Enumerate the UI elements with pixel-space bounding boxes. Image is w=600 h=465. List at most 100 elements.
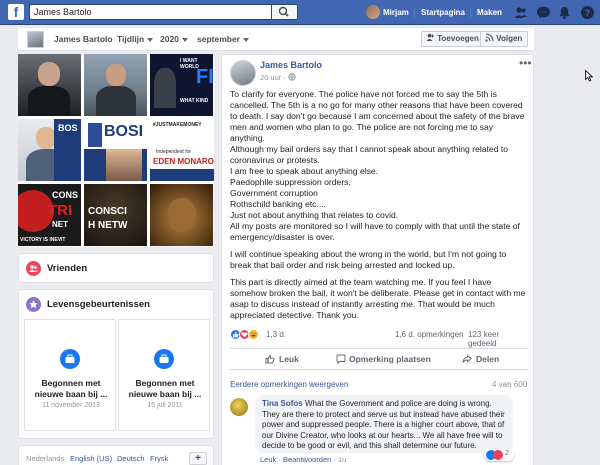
- post-line: Just not about anything that relates to …: [230, 210, 399, 220]
- divider: [470, 8, 471, 18]
- post-line: Rothschild banking etc....: [230, 199, 327, 209]
- create-link[interactable]: Maken: [477, 0, 502, 25]
- chevron-down-icon: [147, 37, 154, 42]
- comment-bubble: Tina Sofos What the Government and polic…: [255, 395, 513, 453]
- timeline-label: Tijdlijn: [117, 34, 145, 44]
- life-event-card[interactable]: Begonnen met nieuwe baan bij ... 15 juli…: [118, 319, 210, 431]
- photo-caption: #JUSTMAKEMONEY: [153, 122, 202, 128]
- life-event-date: 11 november 2013: [42, 402, 100, 409]
- year-label: 2020: [160, 34, 179, 44]
- photo-caption: CONSCI: [88, 206, 127, 217]
- photo-thumbnail[interactable]: [18, 54, 81, 116]
- follow-label: Volgen: [496, 34, 523, 43]
- post-paragraph: I will continue speaking about the wrong…: [230, 249, 507, 270]
- facebook-logo-icon[interactable]: f: [8, 4, 24, 20]
- photo-figure: [106, 149, 142, 181]
- photo-caption: BOS: [58, 123, 78, 133]
- comment-author[interactable]: Tina Sofos: [262, 399, 303, 408]
- friends-title[interactable]: Vrienden: [47, 263, 87, 274]
- like-button[interactable]: Leuk: [279, 354, 299, 364]
- photo-banner: [150, 169, 214, 181]
- post-line: I am free to speak about anything else.: [230, 166, 379, 176]
- photo-body: [96, 86, 136, 116]
- photo-figure: [154, 68, 176, 108]
- home-link[interactable]: Startpagina: [421, 0, 465, 25]
- photo-thumbnail[interactable]: FI I WANT WORLD WHAT KIND: [150, 54, 213, 116]
- photo-thumbnail[interactable]: [150, 184, 213, 246]
- photo-thumbnail[interactable]: BOS: [18, 119, 81, 181]
- life-event-title: Begonnen met nieuwe baan bij ...: [34, 378, 108, 399]
- profile-link[interactable]: Mirjam: [383, 0, 409, 25]
- photo-thumbnail[interactable]: BOSI: [84, 119, 147, 181]
- reactions-summary: 1,3 d. 1,6 d. opmerkingen 123 keer gedee…: [230, 328, 528, 348]
- photo-figure: [88, 123, 102, 147]
- photo-thumbnail[interactable]: CONSCI H NETW: [84, 184, 147, 246]
- add-language-button[interactable]: +: [189, 452, 207, 465]
- comments-count[interactable]: 1,6 d. opmerkingen: [395, 330, 464, 339]
- photo-face: [36, 127, 56, 149]
- avatar[interactable]: [230, 60, 256, 86]
- comment-pagination: 4 van 600: [492, 380, 528, 389]
- view-more-comments-link[interactable]: Eerdere opmerkingen weergeven: [230, 380, 348, 389]
- life-event-card[interactable]: Begonnen met nieuwe baan bij ... 11 nove…: [24, 319, 116, 431]
- photo-thumbnail[interactable]: CONS TRI NET VICTORY IS INEVIT: [18, 184, 81, 246]
- month-label: september: [197, 34, 240, 44]
- photo-caption: VICTORY IS INEVIT: [20, 237, 66, 243]
- post-timestamp[interactable]: 20 uur ·: [260, 73, 296, 82]
- language-current: Nederlands: [26, 454, 65, 463]
- comment-timestamp[interactable]: 1u: [338, 455, 346, 464]
- friend-requests-icon[interactable]: [513, 5, 528, 20]
- photo-thumbnail[interactable]: [84, 54, 147, 116]
- photo-face: [38, 62, 60, 86]
- divider: [414, 8, 415, 18]
- search-input[interactable]: [29, 4, 272, 20]
- photo-caption: EDEN MONARO: [153, 157, 214, 166]
- photo-caption: BOSI: [104, 123, 144, 140]
- chevron-down-icon: [243, 37, 249, 42]
- briefcase-icon: [154, 349, 174, 369]
- post-line: Government corruption: [230, 188, 318, 198]
- notifications-bell-icon[interactable]: [557, 5, 572, 20]
- comment-reply-link[interactable]: Beantwoorden: [283, 455, 331, 464]
- year-dropdown[interactable]: 2020: [160, 28, 188, 51]
- avatar[interactable]: [230, 398, 248, 416]
- photo-body: [28, 86, 70, 116]
- reactions-count[interactable]: 1,3 d.: [266, 330, 286, 339]
- comment-reactions[interactable]: 2: [484, 449, 514, 461]
- post-author[interactable]: James Bartolo: [260, 60, 322, 70]
- comment-actions: Leuk · Beantwoorden · 1u: [260, 455, 347, 464]
- breadcrumb-profile-name[interactable]: James Bartolo: [54, 28, 113, 51]
- comment-like-link[interactable]: Leuk: [260, 455, 276, 464]
- messenger-icon[interactable]: [536, 5, 551, 20]
- language-link[interactable]: Frysk: [150, 454, 168, 463]
- avatar[interactable]: [366, 5, 380, 19]
- language-link[interactable]: English (US): [70, 454, 112, 463]
- post-options-icon[interactable]: •••: [519, 56, 532, 70]
- photo-thumbnail[interactable]: #JUSTMAKEMONEY Independent for EDEN MONA…: [150, 119, 214, 181]
- language-link[interactable]: Deutsch: [117, 454, 145, 463]
- language-selector: Nederlands English (US) Deutsch Frysk +: [18, 445, 214, 465]
- shares-count[interactable]: 123 keer gedeeld: [468, 330, 528, 348]
- comment-button[interactable]: Opmerking plaatsen: [349, 354, 431, 364]
- post-text: To clarify for everyone. The police have…: [230, 89, 530, 321]
- profile-thumbnail[interactable]: [27, 31, 44, 48]
- share-button[interactable]: Delen: [476, 354, 499, 364]
- life-event-title: Begonnen met nieuwe baan bij ...: [128, 378, 202, 399]
- friends-section[interactable]: Vrienden: [18, 253, 214, 283]
- follow-button[interactable]: Volgen: [480, 31, 529, 47]
- search-button[interactable]: [272, 4, 298, 20]
- photo-caption: TRI: [48, 202, 73, 219]
- help-icon[interactable]: ?: [580, 5, 595, 20]
- life-events-title[interactable]: Levensgebeurtenissen: [47, 299, 150, 310]
- photo-caption: CONS: [52, 190, 79, 200]
- mouse-cursor-icon: [585, 70, 593, 82]
- friends-icon: [26, 261, 41, 276]
- timeline-dropdown[interactable]: Tijdlijn: [117, 28, 154, 51]
- add-friend-button[interactable]: Toevoegen: [421, 31, 485, 47]
- post-card: James Bartolo 20 uur · ••• To clarify fo…: [221, 54, 534, 465]
- post-paragraph: To clarify for everyone. The police have…: [230, 89, 525, 143]
- life-event-date: 15 juli 2011: [147, 402, 183, 409]
- month-dropdown[interactable]: september: [197, 28, 249, 51]
- comment-icon: [336, 354, 346, 364]
- haha-reaction-icon[interactable]: [248, 329, 259, 340]
